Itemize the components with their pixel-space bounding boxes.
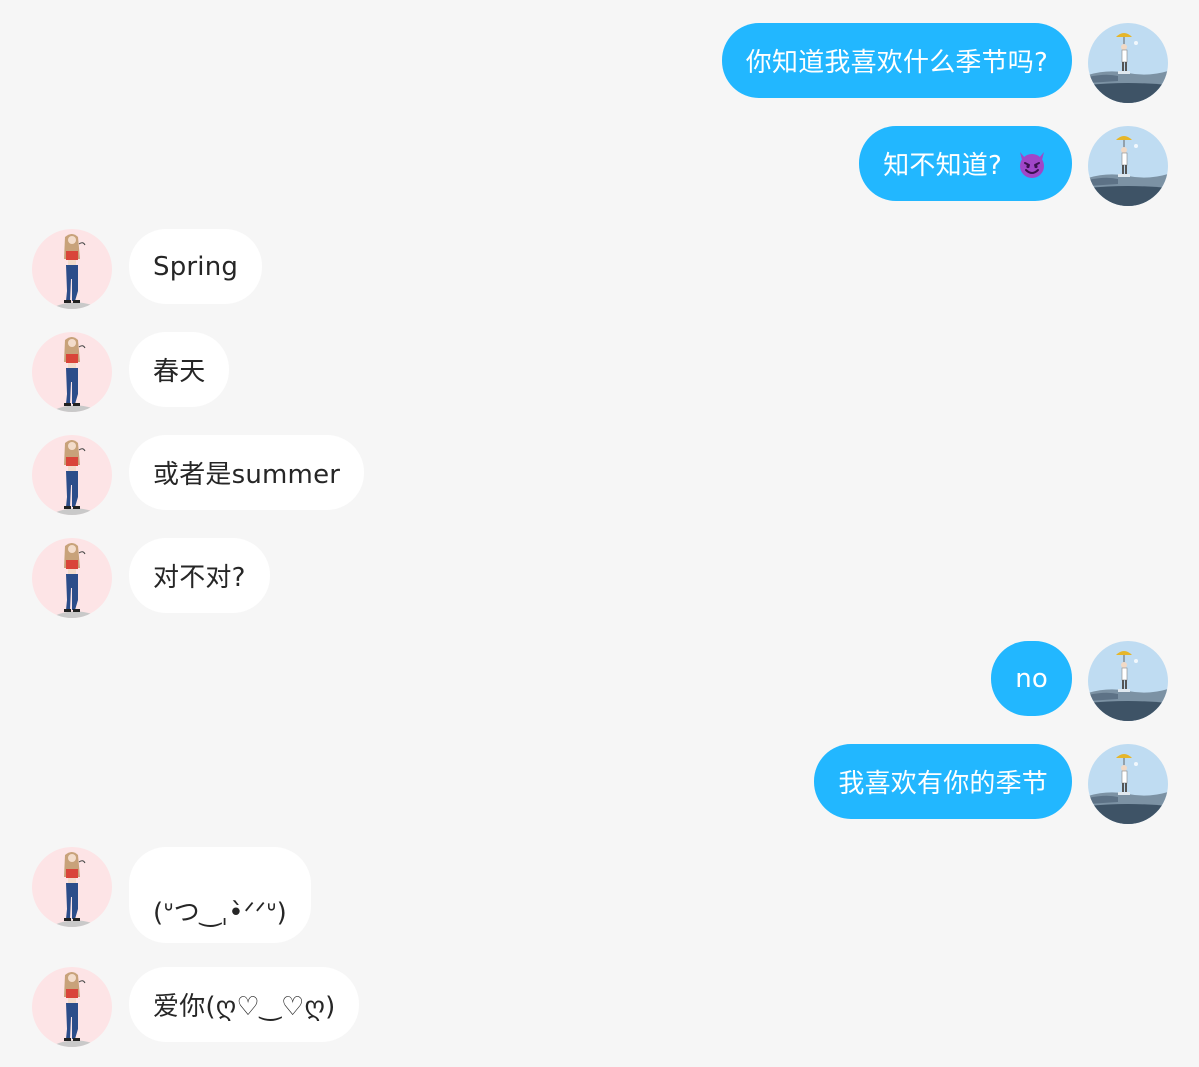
message-row: 爱你(ღ♡‿♡ღ) (0, 967, 1199, 1047)
my-avatar-icon[interactable] (1088, 744, 1168, 824)
message-text: 或者是summer (153, 460, 341, 490)
message-row: (ᐡつ‿ˌ•̀ᐟᐟᐡ) (0, 847, 1199, 943)
message-text: 爱你(ღ♡‿♡ღ) (153, 992, 336, 1022)
contact-message-bubble[interactable]: 或者是summer (129, 435, 365, 510)
my-avatar-icon[interactable] (1088, 23, 1168, 103)
message-text: 我喜欢有你的季节 (838, 769, 1048, 799)
contact-avatar-icon[interactable] (32, 967, 112, 1047)
message-row: no (0, 641, 1199, 721)
contact-avatar-icon[interactable] (32, 435, 112, 515)
my-message-bubble[interactable]: no (991, 641, 1072, 716)
message-row: 对不对? (0, 538, 1199, 618)
smiling-devil-emoji-icon (1016, 148, 1048, 180)
contact-avatar-icon[interactable] (32, 847, 112, 927)
message-text: 知不知道? (883, 151, 1002, 181)
contact-avatar-icon[interactable] (32, 332, 112, 412)
message-text: 对不对? (153, 563, 246, 593)
contact-message-bubble[interactable]: 春天 (129, 332, 230, 407)
message-text: no (1015, 663, 1048, 694)
message-text: 春天 (153, 357, 206, 387)
contact-message-bubble[interactable]: Spring (129, 229, 263, 304)
contact-avatar-icon[interactable] (32, 229, 112, 309)
message-text: 你知道我喜欢什么季节吗? (745, 48, 1048, 78)
contact-message-bubble[interactable]: (ᐡつ‿ˌ•̀ᐟᐟᐡ) (129, 847, 311, 943)
contact-avatar-icon[interactable] (32, 538, 112, 618)
message-text: Spring (153, 251, 239, 282)
chat-thread: 你知道我喜欢什么季节吗? 知不知道? Spring 春天 或者是summer 对… (0, 0, 1199, 1067)
message-row: 或者是summer (0, 435, 1199, 515)
message-row: 你知道我喜欢什么季节吗? (0, 23, 1199, 103)
my-message-bubble[interactable]: 我喜欢有你的季节 (814, 744, 1072, 819)
my-message-bubble[interactable]: 知不知道? (859, 126, 1072, 201)
my-avatar-icon[interactable] (1088, 126, 1168, 206)
message-row: 知不知道? (0, 126, 1199, 206)
contact-message-bubble[interactable]: 对不对? (129, 538, 270, 613)
my-message-bubble[interactable]: 你知道我喜欢什么季节吗? (721, 23, 1072, 98)
message-row: 我喜欢有你的季节 (0, 744, 1199, 824)
message-row: 春天 (0, 332, 1199, 412)
message-text: (ᐡつ‿ˌ•̀ᐟᐟᐡ) (153, 898, 287, 928)
contact-message-bubble[interactable]: 爱你(ღ♡‿♡ღ) (129, 967, 360, 1042)
my-avatar-icon[interactable] (1088, 641, 1168, 721)
message-row: Spring (0, 229, 1199, 309)
